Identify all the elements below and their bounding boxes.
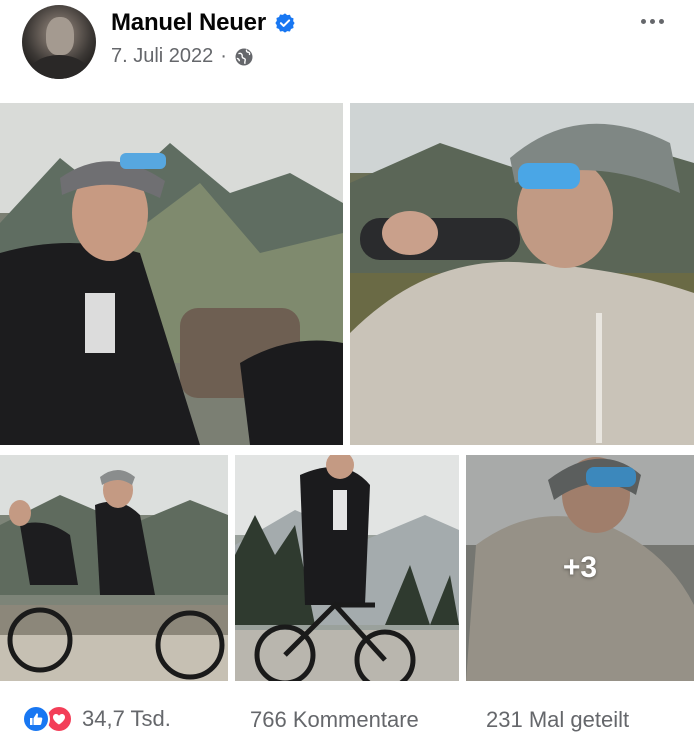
author-name-row: Manuel Neuer <box>111 9 296 37</box>
post-photo-1[interactable] <box>0 103 343 445</box>
engagement-bar: 34,7 Tsd. 766 Kommentare 231 Mal geteilt <box>0 690 694 746</box>
globe-icon[interactable] <box>234 47 254 67</box>
post-photo-3[interactable] <box>0 455 228 681</box>
more-photos-count: +3 <box>562 551 598 584</box>
reactions-summary[interactable]: 34,7 Tsd. <box>22 705 171 733</box>
photo-1-scene <box>0 103 343 445</box>
post-date[interactable]: 7. Juli 2022 <box>111 45 213 68</box>
post-photo-4[interactable] <box>235 455 459 681</box>
verified-badge-icon <box>275 13 295 33</box>
avatar-face <box>46 17 74 55</box>
dot <box>649 18 655 24</box>
comments-count[interactable]: 766 Kommentare <box>250 707 419 733</box>
photo-2-scene <box>350 103 694 445</box>
reactions-count: 34,7 Tsd. <box>82 706 171 731</box>
photo-4-scene <box>235 455 459 681</box>
like-icon <box>22 705 50 733</box>
post-header: Manuel Neuer 7. Juli 2022 · <box>0 0 694 100</box>
post-photo-2[interactable] <box>350 103 694 445</box>
dot <box>658 18 664 24</box>
author-avatar[interactable] <box>22 5 96 79</box>
post-meta: 7. Juli 2022 · <box>111 45 254 68</box>
meta-separator: · <box>220 45 227 67</box>
more-options-icon[interactable] <box>636 12 668 30</box>
more-photos-overlay[interactable]: +3 <box>466 455 694 681</box>
photo-3-scene <box>0 455 228 681</box>
dot <box>640 18 646 24</box>
post-photo-5[interactable]: +3 <box>466 455 694 681</box>
author-name[interactable]: Manuel Neuer <box>111 9 266 37</box>
shares-count[interactable]: 231 Mal geteilt <box>486 707 629 733</box>
avatar-shoulders <box>28 55 90 79</box>
